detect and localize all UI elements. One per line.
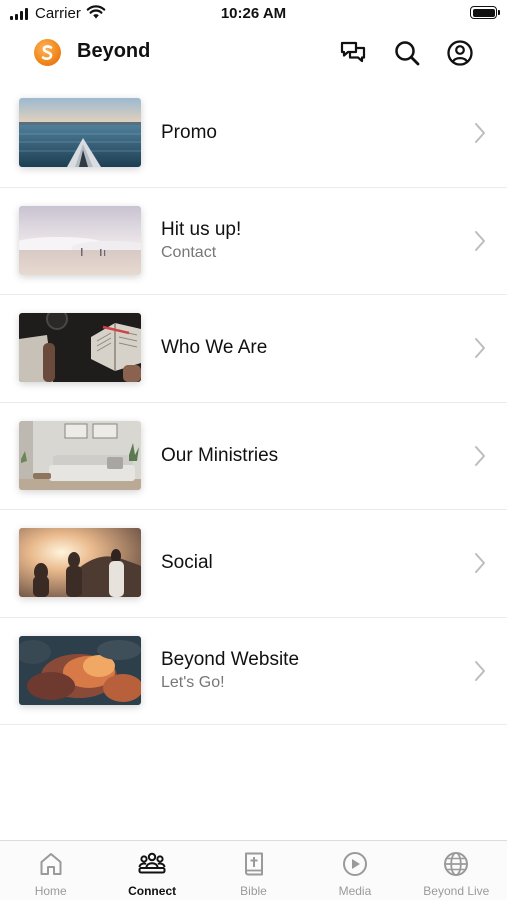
search-icon[interactable] (392, 38, 422, 68)
list-item-text: Our Ministries (161, 403, 278, 510)
open-bible-image (19, 313, 141, 382)
list-item-beyond-website[interactable]: Beyond Website Let's Go! (0, 617, 507, 725)
tab-label: Connect (128, 884, 177, 898)
beyond-logo-icon (34, 39, 61, 66)
status-bar: Carrier 10:26 AM (0, 0, 507, 28)
home-icon (40, 853, 62, 875)
friends-sunset-image (19, 528, 141, 597)
chevron-right-icon (475, 660, 485, 681)
chevron-right-icon (475, 338, 485, 359)
chevron-right-icon (475, 123, 485, 144)
list-item-promo[interactable]: Promo (0, 80, 507, 188)
tab-bar: Home Connect Bible Media Beyond Live (0, 840, 507, 900)
list-item-title: Our Ministries (161, 444, 279, 466)
beach-waves-image (19, 205, 141, 275)
tab-bible[interactable]: Bible (203, 841, 304, 900)
list-item-text: Social (161, 510, 213, 617)
list-item-title: Promo (161, 122, 217, 144)
tab-label: Bible (240, 884, 267, 898)
list-item-social[interactable]: Social (0, 510, 507, 618)
list-item-text: Hit us up! Contact (161, 188, 241, 295)
chevron-right-icon (475, 445, 485, 466)
battery-icon (470, 6, 500, 19)
list-item-who-we-are[interactable]: Who We Are (0, 295, 507, 403)
globe-icon (444, 852, 469, 876)
bible-icon (244, 852, 263, 876)
list-item-subtitle: Contact (161, 243, 217, 261)
tab-media[interactable]: Media (304, 841, 405, 900)
tab-connect[interactable]: Connect (101, 841, 202, 900)
list-item-hit-us-up[interactable]: Hit us up! Contact (0, 187, 507, 295)
list-item-title: Who We Are (161, 337, 268, 359)
tab-label: Media (338, 884, 372, 898)
app-title: Beyond (77, 40, 151, 62)
list-item-text: Who We Are (161, 295, 267, 402)
sunset-clouds-image (19, 635, 141, 705)
account-icon[interactable] (445, 38, 475, 68)
tab-label: Beyond Live (423, 884, 490, 898)
tab-beyond-live[interactable]: Beyond Live (406, 841, 507, 900)
list-item-title: Beyond Website (161, 648, 300, 670)
list-item-text: Beyond Website Let's Go! (161, 618, 299, 725)
kayak-on-water-image (19, 98, 141, 167)
people-icon (138, 852, 166, 874)
list-item-title: Social (161, 552, 213, 574)
list-item-subtitle: Let's Go! (161, 673, 225, 691)
app-header: Beyond (0, 28, 507, 80)
list-item-our-ministries[interactable]: Our Ministries (0, 402, 507, 510)
living-room-image (19, 420, 141, 490)
status-time: 10:26 AM (220, 5, 287, 22)
connect-list: Promo Hit us up! Contact Who We Are Our … (0, 80, 507, 725)
tab-label: Home (34, 884, 67, 898)
list-item-title: Hit us up! (161, 218, 242, 240)
play-icon (342, 852, 367, 876)
chat-icon[interactable] (338, 38, 368, 68)
chevron-right-icon (475, 553, 485, 574)
list-item-text: Promo (161, 80, 217, 187)
chevron-right-icon (475, 230, 485, 251)
tab-home[interactable]: Home (0, 841, 101, 900)
